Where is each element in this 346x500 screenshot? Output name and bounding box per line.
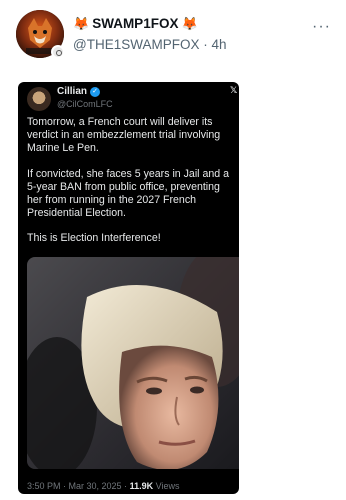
embedded-photo xyxy=(27,257,239,469)
embedded-author-avatar xyxy=(27,87,51,111)
embedded-author-name: Cillian xyxy=(57,86,88,97)
embedded-paragraph: This is Election Interference! xyxy=(27,232,161,245)
embedded-paragraph: If convicted, she faces 5 years in Jail … xyxy=(27,167,229,220)
embedded-timestamp: 3:50 PM · Mar 30, 2025 · xyxy=(27,481,128,491)
embedded-tweet-text: Tomorrow, a French court will deliver it… xyxy=(27,116,233,258)
views-count: 11.9K xyxy=(129,481,154,491)
separator-dot: · xyxy=(203,37,208,52)
display-name[interactable]: SWAMP1FOX xyxy=(92,16,178,31)
embedded-tweet-footer: 3:50 PM · Mar 30, 2025 · 11.9K Views xyxy=(27,481,179,491)
user-handle[interactable]: @THE1SWAMPFOX xyxy=(73,37,199,52)
post: 🦊 SWAMP1FOX 🦊 @THE1SWAMPFOX · 4h ··· Cil… xyxy=(0,0,346,500)
embedded-author-handle: @CilComLFC xyxy=(57,99,113,109)
fox-emoji-icon: 🦊 xyxy=(73,16,90,31)
views-label: Views xyxy=(155,481,180,491)
fox-emoji-icon: 🦊 xyxy=(181,16,198,31)
embedded-tweet-image[interactable]: Cillian ✓ @CilComLFC 𝕏 Tomorrow, a Frenc… xyxy=(18,82,239,494)
author-name-row[interactable]: 🦊 SWAMP1FOX 🦊 xyxy=(73,16,198,31)
account-badge-icon xyxy=(51,45,65,59)
verified-badge-icon: ✓ xyxy=(90,86,101,97)
post-time[interactable]: 4h xyxy=(212,37,227,52)
x-logo-icon: 𝕏 xyxy=(230,85,238,95)
embedded-paragraph: Tomorrow, a French court will deliver it… xyxy=(27,116,221,155)
embedded-author-name-row: Cillian ✓ xyxy=(57,86,101,97)
handle-row: @THE1SWAMPFOX · 4h xyxy=(73,37,227,52)
more-options-icon[interactable]: ··· xyxy=(312,18,331,36)
